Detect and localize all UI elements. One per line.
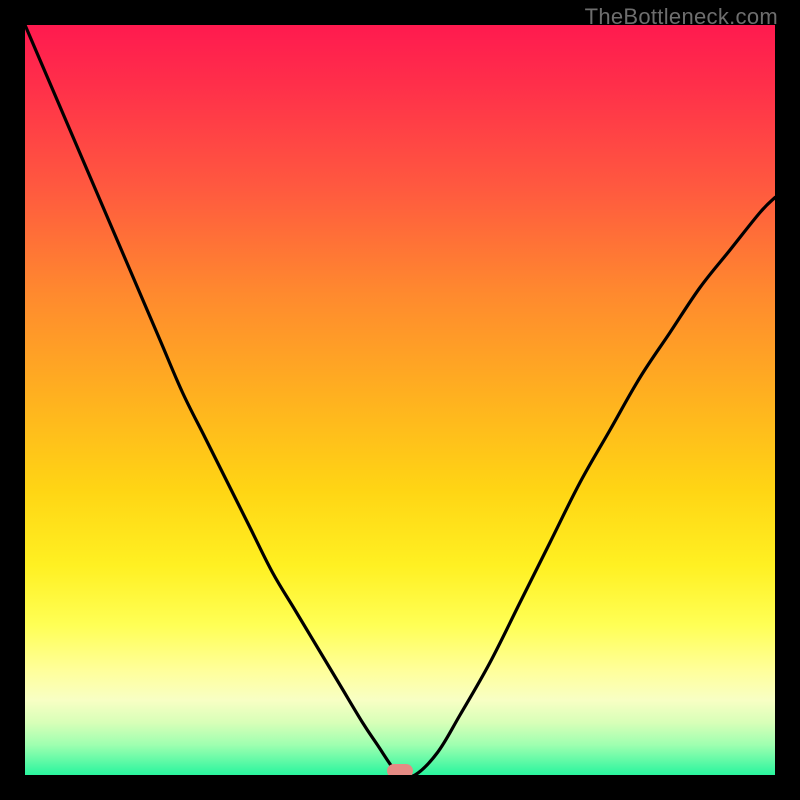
- bottleneck-curve-path: [25, 25, 775, 775]
- chart-frame: TheBottleneck.com: [0, 0, 800, 800]
- optimum-marker: [387, 764, 413, 776]
- watermark-text: TheBottleneck.com: [585, 4, 778, 30]
- plot-area: [25, 25, 775, 775]
- bottleneck-curve: [25, 25, 775, 775]
